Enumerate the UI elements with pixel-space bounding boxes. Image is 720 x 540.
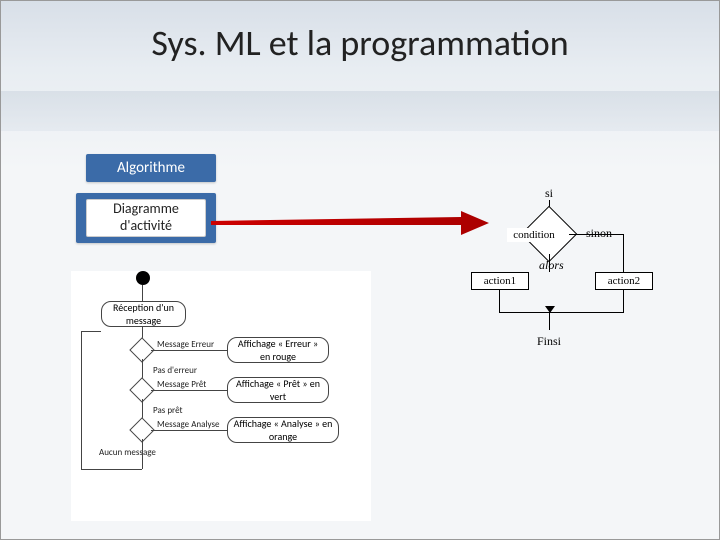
flow-alors: alors (539, 258, 564, 273)
lbl-aucun: Aucun message (99, 447, 156, 458)
arrow-red (211, 211, 491, 241)
flow-si: si (545, 186, 553, 201)
lbl-pas-erreur: Pas d'erreur (153, 365, 197, 376)
flow-finsi: Finsi (537, 334, 561, 349)
act-reception: Réception d'un message (101, 301, 186, 327)
page-title: Sys. ML et la programmation (1, 21, 719, 65)
flow-condition: condition (507, 228, 561, 242)
flow-action2: action2 (595, 272, 653, 290)
tab-diagramme: Diagramme d'activité (86, 199, 206, 237)
act-aff-erreur: Affichage « Erreur » en rouge (227, 337, 329, 363)
lbl-msg-erreur: Message Erreur (157, 339, 214, 350)
activity-diagram: Réception d'un message Message Erreur Af… (71, 271, 371, 521)
tab-algorithme: Algorithme (86, 154, 216, 182)
background-bar (1, 91, 719, 131)
lbl-pas-pret: Pas prêt (153, 405, 183, 416)
lbl-msg-pret: Message Prêt (157, 379, 206, 390)
flowchart-si: si condition sinon alors action1 action2… (451, 186, 671, 386)
lbl-msg-analyse: Message Analyse (157, 419, 220, 430)
flow-action1: action1 (471, 272, 529, 290)
act-aff-pret: Affichage « Prêt » en vert (227, 377, 329, 403)
act-aff-analyse: Affichage « Analyse » en orange (227, 417, 339, 443)
start-node (136, 271, 150, 285)
